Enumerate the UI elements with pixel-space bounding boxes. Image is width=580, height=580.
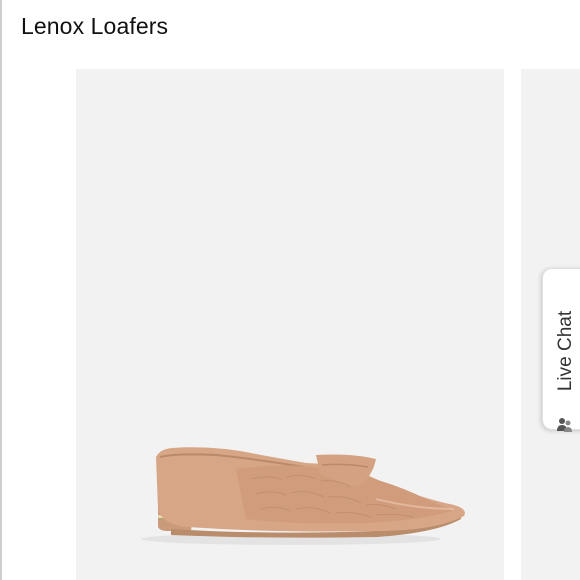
- live-chat-content: Live Chat: [551, 297, 580, 432]
- product-title: Lenox Loafers: [21, 13, 169, 39]
- live-chat-button[interactable]: Live Chat: [542, 268, 580, 432]
- live-chat-label: Live Chat: [555, 310, 576, 392]
- product-page: Lenox Loafers Live Chat: [0, 0, 580, 580]
- loafer-image: [141, 447, 465, 545]
- page-left-border: [0, 0, 2, 580]
- chat-people-icon: [557, 418, 572, 432]
- product-image-main[interactable]: [76, 69, 504, 580]
